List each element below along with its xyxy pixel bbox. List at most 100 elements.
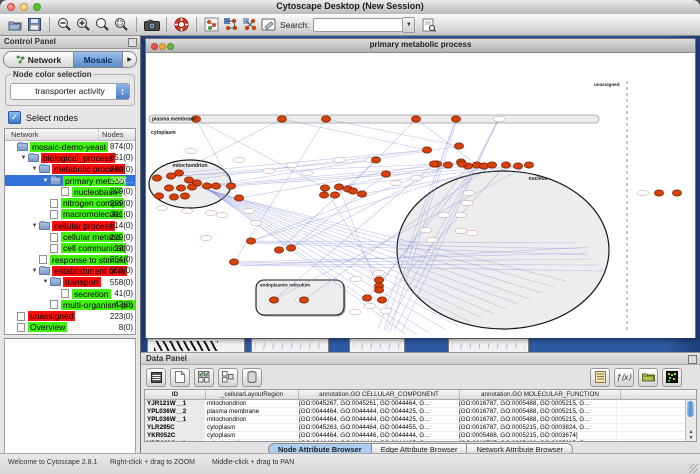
tree-row[interactable]: multi-organism pro42(0) bbox=[5, 299, 135, 310]
tree-expand-icon[interactable]: ▼ bbox=[19, 155, 28, 161]
tree-row[interactable]: ▼establishment of lo558(0) bbox=[5, 265, 135, 276]
tree-row[interactable]: macromolecule311(0) bbox=[5, 209, 135, 220]
table-cell[interactable]: [GO:0016787, GO:0005488, GO:0005215, G..… bbox=[457, 416, 617, 423]
table-cell[interactable]: YDR039C__1 bbox=[145, 440, 205, 442]
tab-mosaic[interactable]: Mosaic bbox=[73, 52, 123, 67]
column-header[interactable]: _cellularLayoutRegion bbox=[206, 390, 299, 399]
tab-overflow-icon[interactable]: ▶ bbox=[123, 52, 136, 67]
tree-column-network[interactable]: Network bbox=[11, 129, 39, 140]
search-config-icon[interactable] bbox=[419, 16, 438, 34]
attribute-table-header[interactable]: ID_cellularLayoutRegionannotation.GO CEL… bbox=[145, 390, 696, 400]
annotation-icon[interactable] bbox=[259, 16, 278, 34]
birds-eye-view-panel[interactable] bbox=[4, 338, 136, 454]
column-header[interactable]: annotation.GO CELLULAR_COMPONENT bbox=[299, 390, 460, 399]
table-row[interactable]: YLR295Ccytoplasm[GO:0045263, GO:0044464,… bbox=[145, 424, 696, 432]
table-row[interactable]: YPL036W__1mitochondrion[GO:0044464, GO:0… bbox=[145, 416, 696, 424]
tab-network[interactable]: Network bbox=[4, 52, 73, 67]
tree-expand-icon[interactable]: ▼ bbox=[30, 166, 39, 172]
attribute-list-icon[interactable] bbox=[590, 368, 610, 387]
tree-node-label[interactable]: transport bbox=[63, 277, 101, 287]
combobox-stepper-icon[interactable]: ▲▼ bbox=[116, 84, 129, 99]
table-cell[interactable]: cytoplasm bbox=[205, 432, 297, 439]
create-attribute-icon[interactable] bbox=[170, 368, 190, 387]
table-cell[interactable]: [GO:0016787, GO:0005488, GO:0005215, G..… bbox=[457, 440, 617, 442]
column-header[interactable]: ID bbox=[145, 390, 206, 399]
first-neighbors-icon[interactable] bbox=[221, 16, 240, 34]
tree-row[interactable]: ▼primary metabo209(... bbox=[5, 175, 135, 186]
table-cell[interactable]: YLR295C bbox=[145, 424, 205, 431]
tree-row[interactable]: mosaic-demo-yeast874(0) bbox=[5, 141, 135, 152]
tree-expand-icon[interactable]: ▼ bbox=[41, 178, 50, 184]
table-cell[interactable]: [GO:0044464, GO:0044444, GO:0044425, G..… bbox=[297, 408, 457, 415]
select-nodes-checkbox[interactable]: ✓ bbox=[8, 111, 21, 124]
table-cell[interactable]: mitochondrion bbox=[205, 400, 297, 407]
tree-row[interactable]: cell communicat22(0) bbox=[5, 243, 135, 254]
table-cell[interactable]: YJR121W__1 bbox=[145, 400, 205, 407]
float-panel-icon[interactable] bbox=[688, 355, 697, 364]
function-builder-icon[interactable]: ƒ⟨x⟩ bbox=[614, 368, 634, 387]
tree-row[interactable]: Overview8(0) bbox=[5, 322, 135, 333]
tree-expand-icon[interactable]: ▼ bbox=[41, 279, 50, 285]
tree-node-label[interactable]: Overview bbox=[28, 322, 67, 332]
table-cell[interactable]: [GO:0045267, GO:0045261, GO:0044464, G..… bbox=[297, 400, 457, 407]
tree-row[interactable]: unassigned223(0) bbox=[5, 310, 135, 321]
save-icon[interactable] bbox=[25, 16, 44, 34]
background-window-fragment[interactable] bbox=[147, 338, 245, 352]
table-cell[interactable]: YPL036W__2 bbox=[145, 408, 205, 415]
tree-node-label[interactable]: unassigned bbox=[28, 311, 75, 321]
zoom-in-icon[interactable] bbox=[74, 16, 93, 34]
unselect-all-attributes-icon[interactable] bbox=[218, 368, 238, 387]
background-window-fragment[interactable] bbox=[448, 338, 529, 352]
select-attributes-icon[interactable] bbox=[146, 368, 166, 387]
node-color-combobox[interactable]: transporter activity ▲▼ bbox=[10, 83, 130, 100]
hide-selected-icon[interactable] bbox=[240, 16, 259, 34]
table-cell[interactable]: [GO:0044464, GO:0044444, GO:0044425, G..… bbox=[297, 440, 457, 442]
resize-grip[interactable] bbox=[689, 464, 698, 473]
table-cell[interactable]: [GO:0044464, GO:0044446, GO:0044444, G..… bbox=[297, 432, 457, 439]
table-cell[interactable]: mitochondrion bbox=[205, 416, 297, 423]
table-cell[interactable]: mitochondrion bbox=[205, 440, 297, 442]
tree-node-label[interactable]: mosaic-demo-yeast bbox=[30, 142, 108, 152]
scrollbar-arrows-icon[interactable]: ▲▼ bbox=[686, 429, 696, 441]
zoom-out-icon[interactable] bbox=[55, 16, 74, 34]
table-cell[interactable]: YPL036W__1 bbox=[145, 416, 205, 423]
tree-row[interactable]: nucleobase-209(0) bbox=[5, 186, 135, 197]
scrollbar-thumb[interactable] bbox=[687, 401, 694, 417]
background-window-fragment[interactable] bbox=[251, 338, 329, 352]
network-tree-header[interactable]: Network Nodes bbox=[5, 129, 135, 141]
table-cell[interactable]: [GO:0044464, GO:0044444, GO:0044425, G..… bbox=[297, 416, 457, 423]
tree-column-nodes[interactable]: Nodes bbox=[102, 129, 124, 140]
network-window-titlebar[interactable]: primary metabolic process bbox=[146, 39, 695, 53]
select-all-attributes-icon[interactable] bbox=[194, 368, 214, 387]
table-cell[interactable]: plasma membrane bbox=[205, 408, 297, 415]
table-vertical-scrollbar[interactable]: ▲▼ bbox=[685, 400, 696, 441]
network-canvas[interactable]: plasma membranecytoplasmmitochondrionnuc… bbox=[146, 53, 695, 338]
table-cell[interactable]: [GO:0016787, GO:0005215, GO:0003824, G..… bbox=[457, 424, 617, 431]
heatmap-matrix-icon[interactable] bbox=[662, 368, 682, 387]
select-nodes-icon[interactable] bbox=[202, 16, 221, 34]
table-cell[interactable]: cytoplasm bbox=[205, 424, 297, 431]
tree-row[interactable]: secretion41(0) bbox=[5, 288, 135, 299]
table-cell[interactable]: [GO:0045263, GO:0044464, GO:0044455, G..… bbox=[297, 424, 457, 431]
open-file-icon[interactable] bbox=[6, 16, 25, 34]
search-input[interactable] bbox=[313, 18, 403, 32]
tree-row[interactable]: ▼metabolic process280(0) bbox=[5, 164, 135, 175]
table-cell[interactable]: [GO:0016787, GO:0005488, GO:0005215, G..… bbox=[457, 408, 617, 415]
tree-node-label[interactable]: secretion bbox=[72, 289, 111, 299]
table-row[interactable]: YJR121W__1mitochondrion[GO:0045267, GO:0… bbox=[145, 400, 696, 408]
tree-row[interactable]: cellular metabo209(0) bbox=[5, 231, 135, 242]
zoom-selected-icon[interactable] bbox=[93, 16, 112, 34]
help-lifesaver-icon[interactable] bbox=[172, 16, 191, 34]
tree-node-label[interactable]: cellular process bbox=[52, 221, 115, 231]
delete-attribute-icon[interactable] bbox=[242, 368, 262, 387]
zoom-fit-icon[interactable] bbox=[112, 16, 131, 34]
tree-row[interactable]: response to stimulu264(0) bbox=[5, 254, 135, 265]
tree-node-label[interactable]: biological_process bbox=[41, 153, 115, 163]
tree-expand-icon[interactable]: ▼ bbox=[30, 268, 39, 274]
table-cell[interactable]: [GO:0016787, GO:0005488, GO:0005215, G..… bbox=[457, 400, 617, 407]
column-header[interactable]: annotation.GO MOLECULAR_FUNCTION bbox=[460, 390, 621, 399]
tree-row[interactable]: ▼cellular process614(0) bbox=[5, 220, 135, 231]
background-window-fragment[interactable] bbox=[349, 338, 405, 352]
table-row[interactable]: YDR039C__1mitochondrion[GO:0044464, GO:0… bbox=[145, 440, 696, 442]
table-cell[interactable]: YKR052C bbox=[145, 432, 205, 439]
